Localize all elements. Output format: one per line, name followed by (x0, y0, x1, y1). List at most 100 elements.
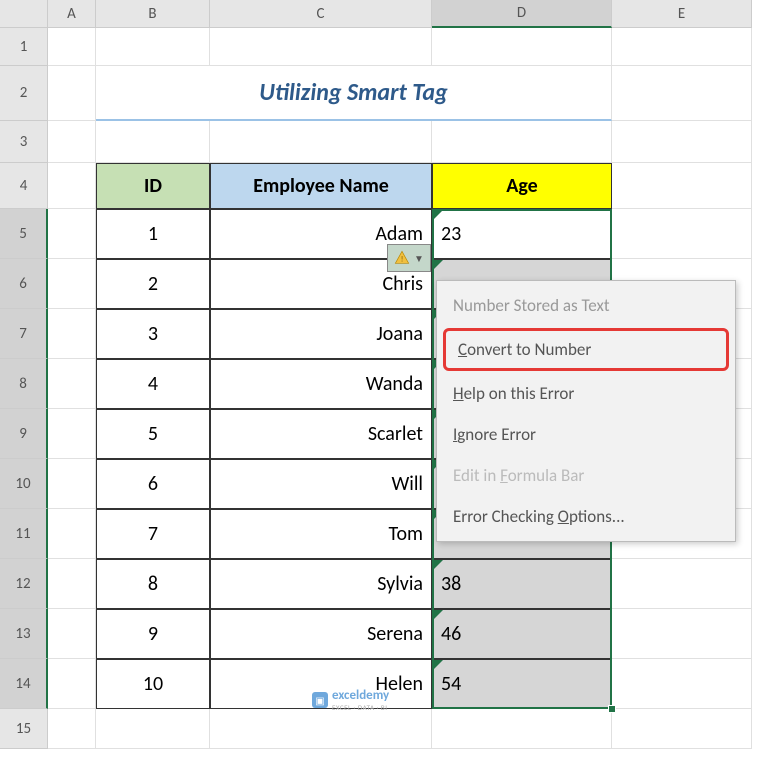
menu-error-checking-options[interactable]: Error Checking Options... (437, 496, 735, 537)
col-header-d[interactable]: D (432, 0, 612, 28)
cell[interactable] (432, 709, 612, 749)
table-row[interactable]: 46 (432, 609, 612, 659)
table-row[interactable]: 9 (96, 609, 210, 659)
cell[interactable] (48, 609, 96, 659)
row-header-1[interactable]: 1 (0, 28, 48, 66)
table-row[interactable]: 8 (96, 559, 210, 609)
table-row[interactable]: Serena (210, 609, 432, 659)
cell-value: 54 (441, 672, 461, 696)
cell[interactable] (48, 509, 96, 559)
cell[interactable] (612, 709, 752, 749)
cell[interactable] (48, 121, 96, 163)
cell[interactable] (210, 28, 432, 66)
cell[interactable] (48, 459, 96, 509)
row-header-2[interactable]: 2 (0, 66, 48, 121)
menu-label: ptions... (569, 506, 625, 527)
table-row[interactable]: Scarlet (210, 409, 432, 459)
error-indicator-icon (433, 260, 443, 270)
table-row[interactable]: 10 (96, 659, 210, 709)
row-header-6[interactable]: 6 (0, 259, 48, 309)
cell[interactable] (612, 66, 752, 121)
table-row[interactable]: 38 (432, 559, 612, 609)
cell[interactable] (48, 659, 96, 709)
row-header-7[interactable]: 7 (0, 309, 48, 359)
row-header-10[interactable]: 10 (0, 459, 48, 509)
table-row[interactable]: 2 (96, 259, 210, 309)
cell[interactable] (612, 163, 752, 209)
cell[interactable] (48, 559, 96, 609)
table-row[interactable]: 3 (96, 309, 210, 359)
row-header-4[interactable]: 4 (0, 163, 48, 209)
cell[interactable] (48, 359, 96, 409)
table-row[interactable]: Sylvia (210, 559, 432, 609)
menu-label: onvert to Number (467, 339, 591, 360)
cell[interactable] (210, 121, 432, 163)
cell[interactable] (48, 409, 96, 459)
watermark-sub: EXCEL · DATA · BI (332, 703, 389, 712)
cell[interactable] (48, 209, 96, 259)
table-row[interactable]: Wanda (210, 359, 432, 409)
cell[interactable] (432, 121, 612, 163)
cell[interactable] (612, 659, 752, 709)
warning-icon: ! (394, 250, 410, 266)
table-row[interactable]: 23 (432, 209, 612, 259)
cell[interactable] (48, 259, 96, 309)
error-indicator-icon (433, 660, 443, 670)
table-row[interactable]: 5 (96, 409, 210, 459)
row-header-15[interactable]: 15 (0, 709, 48, 749)
error-indicator-icon (433, 560, 443, 570)
row-header-5[interactable]: 5 (0, 209, 48, 259)
cell-value: 23 (441, 222, 461, 246)
cell[interactable] (612, 609, 752, 659)
cell[interactable] (96, 28, 210, 66)
table-row[interactable]: Tom (210, 509, 432, 559)
table-row[interactable]: 4 (96, 359, 210, 409)
cell[interactable] (96, 709, 210, 749)
cell[interactable] (48, 709, 96, 749)
table-header-name[interactable]: Employee Name (210, 163, 432, 209)
table-row[interactable]: Joana (210, 309, 432, 359)
cell[interactable] (210, 709, 432, 749)
cell[interactable] (48, 163, 96, 209)
menu-edit-formula-bar: Edit in Formula Bar (437, 455, 735, 496)
table-row[interactable]: 7 (96, 509, 210, 559)
cell[interactable] (432, 28, 612, 66)
table-row[interactable]: 54 (432, 659, 612, 709)
menu-convert-to-number[interactable]: Convert to Number (443, 328, 729, 371)
watermark: ▣ exceldemy EXCEL · DATA · BI (312, 688, 389, 712)
cell[interactable] (612, 559, 752, 609)
row-header-3[interactable]: 3 (0, 121, 48, 163)
menu-header: Number Stored as Text (437, 285, 735, 326)
row-header-14[interactable]: 14 (0, 659, 48, 709)
col-header-c[interactable]: C (210, 0, 432, 28)
cell[interactable] (48, 66, 96, 121)
menu-label: gnore Error (457, 424, 536, 445)
row-header-8[interactable]: 8 (0, 359, 48, 409)
logo-icon: ▣ (312, 692, 328, 708)
select-all-corner[interactable] (0, 0, 48, 28)
cell[interactable] (48, 28, 96, 66)
table-row[interactable]: Will (210, 459, 432, 509)
cell[interactable] (612, 121, 752, 163)
fill-handle[interactable] (608, 705, 616, 713)
error-indicator-icon (433, 610, 443, 620)
cell[interactable] (612, 209, 752, 259)
smart-tag-menu: Number Stored as Text Convert to Number … (436, 280, 736, 542)
table-header-age[interactable]: Age (432, 163, 612, 209)
table-row[interactable]: 6 (96, 459, 210, 509)
smart-tag-button[interactable]: ! ▼ (387, 244, 431, 272)
cell[interactable] (612, 28, 752, 66)
menu-help-on-error[interactable]: Help on this Error (437, 373, 735, 414)
table-row[interactable]: 1 (96, 209, 210, 259)
row-header-13[interactable]: 13 (0, 609, 48, 659)
row-header-12[interactable]: 12 (0, 559, 48, 609)
cell[interactable] (48, 309, 96, 359)
row-header-11[interactable]: 11 (0, 509, 48, 559)
cell[interactable] (96, 121, 210, 163)
col-header-e[interactable]: E (612, 0, 752, 28)
table-header-id[interactable]: ID (96, 163, 210, 209)
col-header-b[interactable]: B (96, 0, 210, 28)
col-header-a[interactable]: A (48, 0, 96, 28)
row-header-9[interactable]: 9 (0, 409, 48, 459)
menu-ignore-error[interactable]: Ignore Error (437, 414, 735, 455)
